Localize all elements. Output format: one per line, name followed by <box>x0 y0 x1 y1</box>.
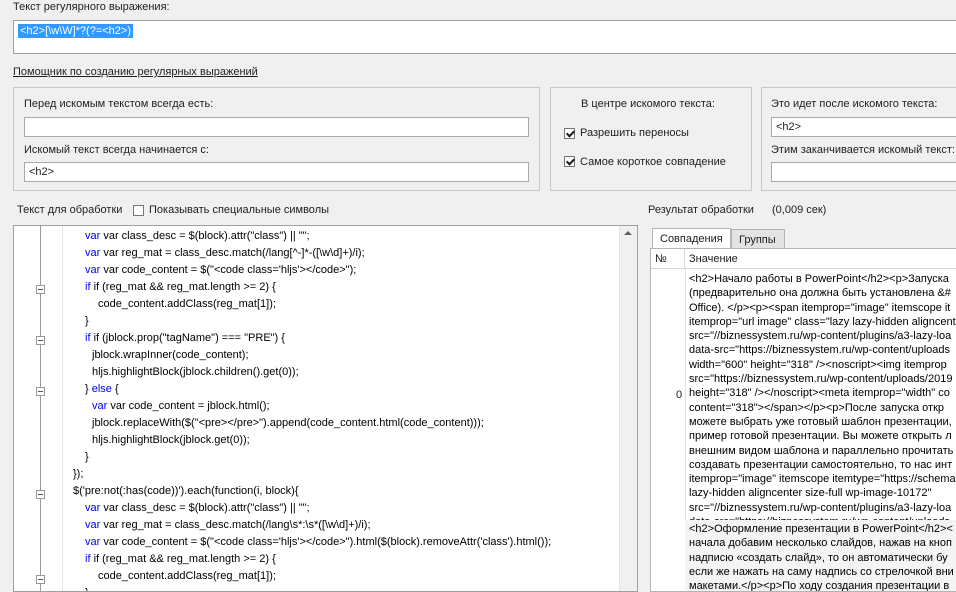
editor-scrollbar[interactable] <box>619 226 637 591</box>
code-editor[interactable]: var var class_desc = $(block).attr("clas… <box>13 225 638 592</box>
show-special-chars-checkbox[interactable] <box>133 205 144 216</box>
code-line: var var code_content = $("<code class='h… <box>85 264 357 276</box>
row-value[interactable]: <h2>Оформление презентации в PowerPoint<… <box>689 522 954 591</box>
text-to-process-label: Текст для обработки <box>17 204 123 216</box>
fold-guide <box>40 226 41 591</box>
ends-with-input[interactable] <box>771 162 956 182</box>
fold-toggle-icon[interactable] <box>36 336 45 345</box>
column-header-value[interactable]: Значение <box>685 249 956 269</box>
code-line: var var reg_mat = class_desc.match(/lang… <box>85 247 365 259</box>
code-line: code_content.addClass(reg_mat[1]); <box>98 298 276 310</box>
code-line: }); <box>73 468 84 480</box>
table-row[interactable]: 0 <box>651 269 686 521</box>
code-line: if if (reg_mat && reg_mat.length >= 2) { <box>85 281 276 293</box>
code-line: } <box>85 315 89 327</box>
code-line: } <box>85 451 89 463</box>
results-grid: № Значение 0 <h2>Начало работы в PowerPo… <box>650 248 956 592</box>
code-line: } else { <box>85 383 119 395</box>
always-before-label: Перед искомым текстом всегда есть: <box>24 98 214 110</box>
tab-matches[interactable]: Совпадения <box>652 228 731 250</box>
code-line: code_content.addClass(reg_mat[1]); <box>98 570 276 582</box>
regex-value[interactable]: <h2>[\w\W]*?(?=<h2>) <box>18 24 133 38</box>
code-line: if if (jblock.prop("tagName") === "PRE")… <box>85 332 285 344</box>
column-header-number[interactable]: № <box>651 249 685 269</box>
after-text-input[interactable]: <h2> <box>771 117 956 137</box>
row-value[interactable]: <h2>Начало работы в PowerPoint</h2><p>За… <box>689 272 956 544</box>
allow-linebreaks-label[interactable]: Разрешить переносы <box>580 127 689 139</box>
scroll-up-icon[interactable] <box>624 231 632 235</box>
after-text-group: Это идет после искомого текста: <h2> Эти… <box>761 87 956 191</box>
code-line: if if (reg_mat && reg_mat.length >= 2) { <box>85 553 276 565</box>
after-text-label: Это идет после искомого текста: <box>771 98 938 110</box>
code-line: var var class_desc = $(block).attr("clas… <box>85 502 310 514</box>
editor-gutter <box>14 226 63 591</box>
result-label: Результат обработки <box>648 204 754 216</box>
starts-with-label: Искомый текст всегда начинается с: <box>24 144 209 156</box>
code-line: var var reg_mat = class_desc.match(/lang… <box>85 519 371 531</box>
always-before-input[interactable] <box>24 117 529 137</box>
regex-label: Текст регулярного выражения: <box>13 1 170 13</box>
center-text-group: В центре искомого текста: Разрешить пере… <box>550 87 752 191</box>
code-line: $('pre:not(:has(code))').each(function(i… <box>73 485 299 497</box>
starts-with-input[interactable]: <h2> <box>24 162 529 182</box>
before-text-group: Перед искомым текстом всегда есть: Иском… <box>13 87 540 191</box>
row-number-cell <box>651 521 686 591</box>
fold-toggle-icon[interactable] <box>36 490 45 499</box>
code-line: hljs.highlightBlock(jblock.get(0)); <box>92 434 250 446</box>
code-line: jblock.replaceWith($("<pre></pre>").appe… <box>92 417 484 429</box>
regex-input[interactable]: <h2>[\w\W]*?(?=<h2>) <box>13 20 956 54</box>
allow-linebreaks-checkbox[interactable] <box>564 128 575 139</box>
code-line: var var code_content = $("<code class='h… <box>85 536 552 548</box>
code-line: hljs.highlightBlock(jblock.children().ge… <box>92 366 299 378</box>
center-group-title: В центре искомого текста: <box>581 98 715 110</box>
shortest-match-label[interactable]: Самое короткое совпадение <box>580 156 726 168</box>
regex-helper-link[interactable]: Помощник по созданию регулярных выражени… <box>13 66 258 78</box>
code-line: } <box>85 585 89 591</box>
shortest-match-checkbox[interactable] <box>564 156 575 167</box>
row-number: 0 <box>676 389 683 401</box>
fold-toggle-icon[interactable] <box>36 575 45 584</box>
fold-toggle-icon[interactable] <box>36 387 45 396</box>
result-time: (0,009 сек) <box>772 204 827 216</box>
code-line: var var class_desc = $(block).attr("clas… <box>85 230 310 242</box>
fold-toggle-icon[interactable] <box>36 285 45 294</box>
code-line: jblock.wrapInner(code_content); <box>92 349 249 361</box>
ends-with-label: Этим заканчивается искомый текст: <box>771 144 955 156</box>
code-line: var var code_content = jblock.html(); <box>92 400 270 412</box>
show-special-chars-label[interactable]: Показывать специальные символы <box>149 204 329 216</box>
